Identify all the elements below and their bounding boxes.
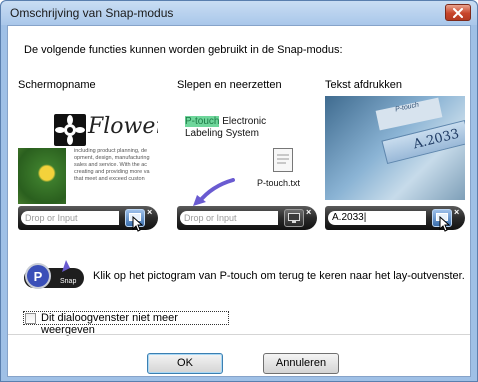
svg-text:P: P <box>34 269 43 284</box>
checkbox-label: Dit dialoogvenster niet meer weergeven <box>41 312 178 336</box>
title-bar[interactable]: Omschrijving van Snap-modus <box>1 1 477 25</box>
flower-description: including product planning, de opment, d… <box>74 148 150 182</box>
close-small-icon: × <box>147 207 153 217</box>
panel-label-print-text: Tekst afdrukken <box>325 79 403 91</box>
flower-logo-icon <box>54 114 86 146</box>
panel-label-screen-capture: Schermopname <box>18 79 96 91</box>
panel-label-drag-drop: Slepen en neerzetten <box>177 79 282 91</box>
flower-photo <box>18 148 66 204</box>
close-button[interactable] <box>445 4 471 21</box>
file-name: P-touch.txt <box>257 178 301 188</box>
flower-title: Flower <box>88 114 158 139</box>
drop-bar: Drop or Input × <box>177 206 317 230</box>
drop-input: A.2033| <box>328 211 426 225</box>
cursor-icon <box>439 216 451 232</box>
dont-show-again-checkbox[interactable]: Dit dialoogvenster niet meer weergeven <box>23 311 229 336</box>
cursor-icon <box>132 216 144 232</box>
window-title: Omschrijving van Snap-modus <box>10 6 174 20</box>
snap-icon-label: Snap <box>60 278 76 285</box>
drop-input: Drop or Input <box>21 211 119 225</box>
screen-icon <box>288 213 300 223</box>
checkbox-box[interactable] <box>25 313 36 324</box>
close-icon <box>453 7 463 18</box>
cancel-button[interactable]: Annuleren <box>263 353 339 374</box>
ok-button[interactable]: OK <box>147 353 223 374</box>
panel-drag-drop: P-touch Electronic Labeling System P-tou… <box>177 96 317 242</box>
dialog-content: De volgende functies kunnen worden gebru… <box>7 25 471 377</box>
ptouch-snap-icon: P Snap <box>24 260 84 289</box>
panel-screen-capture: Flower including product planning, de op… <box>18 96 158 242</box>
drag-arrow-icon <box>193 178 235 206</box>
divider <box>8 334 470 335</box>
dialog-window: Omschrijving van Snap-modus De volgende … <box>0 0 478 382</box>
close-small-icon: × <box>454 207 460 217</box>
intro-text: De volgende functies kunnen worden gebru… <box>24 44 343 56</box>
panel-print-text: P-touch A.2033 A.2033| × <box>325 96 465 242</box>
text-file-icon <box>273 148 293 172</box>
drag-drop-sample-text: P-touch Electronic Labeling System <box>185 116 267 139</box>
hint-text: Klik op het pictogram van P-touch om ter… <box>93 270 465 282</box>
close-small-icon: × <box>306 207 312 217</box>
drop-input: Drop or Input <box>180 211 278 225</box>
send-button <box>284 209 304 227</box>
